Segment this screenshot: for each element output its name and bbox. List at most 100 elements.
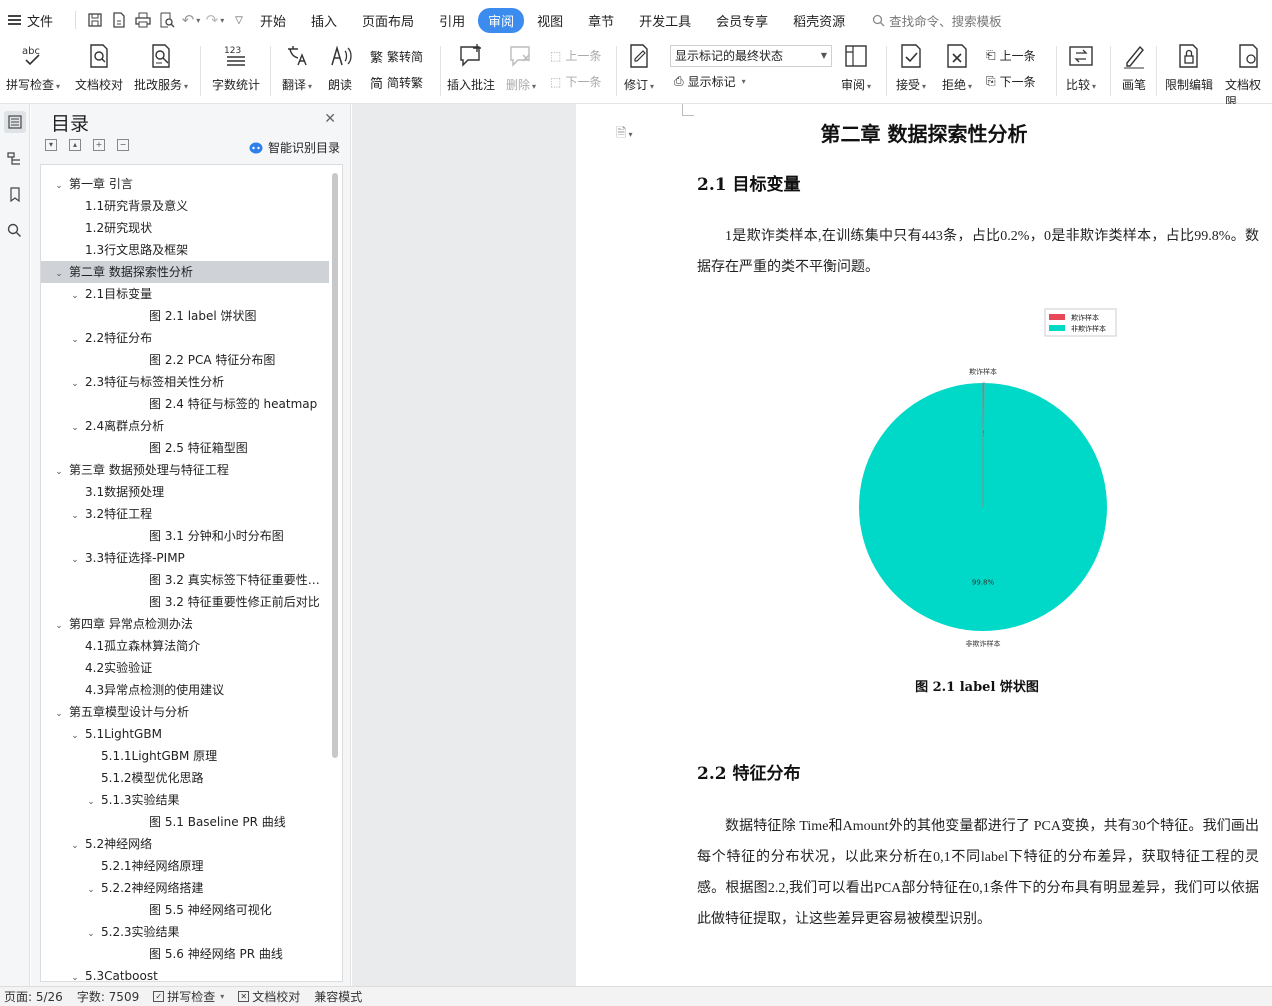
toc-item[interactable]: ⌄ 第二章 数据探索性分析 [41, 261, 329, 283]
chevron-down-icon[interactable]: ⌄ [53, 175, 65, 195]
collapse-all-icon[interactable]: ▾ [45, 139, 57, 151]
chevron-down-icon[interactable]: ⌄ [85, 879, 97, 899]
file-menu[interactable]: 文件 [0, 0, 61, 40]
toc-item[interactable]: ⌄ 2.1目标变量 [41, 283, 329, 305]
tab-3[interactable]: 引用 [439, 11, 465, 30]
toc-item[interactable]: 4.2实验验证 [41, 657, 329, 679]
trad-to-simp-button[interactable]: 繁 繁转简 [370, 47, 423, 66]
toc-item[interactable]: ⌄ 5.3Catboost [41, 965, 329, 981]
expand-level-icon[interactable]: ▴ [69, 139, 81, 151]
toc-item[interactable]: 5.1.1LightGBM 原理 [41, 745, 329, 767]
toc-item[interactable]: ⌄ 2.3特征与标签相关性分析 [41, 371, 329, 393]
remove-heading-icon[interactable]: − [117, 139, 129, 151]
toc-item[interactable]: ⌄ 第五章模型设计与分析 [41, 701, 329, 723]
chevron-down-icon[interactable]: ⌄ [69, 329, 81, 349]
toc-scrollbar[interactable] [332, 173, 338, 758]
show-markup-button[interactable]: ⎙ 显示标记 ▾ [674, 73, 746, 90]
word-count-indicator[interactable]: 字数: 7509 [77, 988, 139, 1005]
toc-item[interactable]: ⌄ 5.1LightGBM [41, 723, 329, 745]
chevron-down-icon[interactable]: ⌄ [53, 703, 65, 723]
pen-button[interactable]: 画笔 [1120, 42, 1148, 93]
toc-item[interactable]: ⌄ 5.2.2神经网络搭建 [41, 877, 329, 899]
toc-item[interactable]: 图 2.5 特征箱型图 [41, 437, 329, 459]
close-icon[interactable]: ✕ [324, 111, 336, 127]
chevron-down-icon[interactable]: ⌄ [85, 923, 97, 943]
toc-item[interactable]: 图 3.2 特征重要性修正前后对比 [41, 591, 329, 613]
tab-0[interactable]: 开始 [260, 11, 286, 30]
chapter-nav-icon[interactable] [4, 147, 26, 169]
undo-icon[interactable]: ↶ ▾ [180, 9, 202, 31]
tab-4[interactable]: 审阅 [478, 7, 525, 33]
toc-item[interactable]: ⌄ 第一章 引言 [41, 173, 329, 195]
word-count-button[interactable]: 123 字数统计 [212, 42, 260, 93]
translate-button[interactable]: 翻译 ▾ [282, 42, 312, 93]
bookmark-icon[interactable] [4, 183, 26, 205]
delete-comment-button[interactable]: 删除 ▾ [506, 42, 536, 93]
toc-item[interactable]: ⌄ 第三章 数据预处理与特征工程 [41, 459, 329, 481]
tab-1[interactable]: 插入 [311, 11, 337, 30]
export-pdf-icon[interactable] [108, 9, 130, 31]
chevron-down-icon[interactable]: ⌄ [69, 285, 81, 305]
customize-toolbar-icon[interactable]: ▽ [228, 9, 250, 31]
page-indicator[interactable]: 页面: 5/26 [4, 988, 63, 1005]
toc-item[interactable]: ⌄ 5.2.3实验结果 [41, 921, 329, 943]
review-pane-button[interactable]: 审阅 ▾ [841, 42, 871, 93]
search-icon[interactable] [4, 219, 26, 241]
prev-comment-button[interactable]: ⬚ 上一条 [550, 47, 601, 64]
toc-item[interactable]: 图 5.5 神经网络可视化 [41, 899, 329, 921]
spell-check-button[interactable]: abc 拼写检查 ▾ [6, 42, 60, 93]
next-comment-button[interactable]: ⬚ 下一条 [550, 73, 601, 90]
toc-item[interactable]: ⌄ 2.4离群点分析 [41, 415, 329, 437]
doc-permission-button[interactable]: 文档权限 [1225, 42, 1272, 110]
insert-comment-button[interactable]: 插入批注 [447, 42, 495, 93]
markup-mode-dropdown[interactable]: 显示标记的最终状态 ▼ [670, 45, 832, 67]
toc-item[interactable]: ⌄ 3.2特征工程 [41, 503, 329, 525]
toc-item[interactable]: 4.1孤立森林算法简介 [41, 635, 329, 657]
toc-item[interactable]: 1.3行文思路及框架 [41, 239, 329, 261]
chevron-down-icon[interactable]: ⌄ [69, 417, 81, 437]
toc-item[interactable]: 图 3.2 真实标签下特征重要性分布 [41, 569, 329, 591]
chevron-down-icon[interactable]: ⌄ [85, 791, 97, 811]
accept-button[interactable]: 接受 ▾ [896, 42, 926, 93]
toc-item[interactable]: 图 2.4 特征与标签的 heatmap [41, 393, 329, 415]
toc-item[interactable]: 1.1研究背景及意义 [41, 195, 329, 217]
toc-item[interactable]: 图 5.6 神经网络 PR 曲线 [41, 943, 329, 965]
toc-item[interactable]: 5.2.1神经网络原理 [41, 855, 329, 877]
chevron-down-icon[interactable]: ⌄ [69, 835, 81, 855]
toc-item[interactable]: ⌄ 3.3特征选择-PIMP [41, 547, 329, 569]
toc-item[interactable]: 图 2.1 label 饼状图 [41, 305, 329, 327]
simp-to-trad-button[interactable]: 简 简转繁 [370, 73, 423, 92]
print-preview-icon[interactable] [156, 9, 178, 31]
compare-button[interactable]: 比较 ▾ [1066, 42, 1096, 93]
chevron-down-icon[interactable]: ⌄ [69, 967, 81, 981]
toc-item[interactable]: 1.2研究现状 [41, 217, 329, 239]
smart-toc-button[interactable]: 智能识别目录 [249, 139, 340, 156]
toc-item[interactable]: ⌄ 2.2特征分布 [41, 327, 329, 349]
toc-view-icon[interactable] [3, 111, 26, 133]
restrict-edit-button[interactable]: 限制编辑 [1165, 42, 1213, 93]
command-search[interactable]: 查找命令、搜索模板 [872, 11, 1002, 30]
chevron-down-icon[interactable]: ⌄ [53, 461, 65, 481]
redo-icon[interactable]: ↷ ▾ [204, 9, 226, 31]
toc-item[interactable]: 图 2.2 PCA 特征分布图 [41, 349, 329, 371]
save-icon[interactable] [84, 9, 106, 31]
prev-change-button[interactable]: ⎗ 上一条 [986, 47, 1036, 64]
tab-9[interactable]: 稻壳资源 [793, 11, 845, 30]
chevron-down-icon[interactable]: ⌄ [69, 373, 81, 393]
track-changes-button[interactable]: 修订 ▾ [624, 42, 654, 93]
tab-8[interactable]: 会员专享 [716, 11, 768, 30]
chevron-down-icon[interactable]: ⌄ [69, 725, 81, 745]
tab-2[interactable]: 页面布局 [362, 11, 414, 30]
status-doc-proofread[interactable]: ✕ 文档校对 [238, 988, 300, 1005]
chevron-down-icon[interactable]: ⌄ [53, 263, 65, 283]
toc-item[interactable]: ⌄ 5.2神经网络 [41, 833, 329, 855]
tab-6[interactable]: 章节 [588, 11, 614, 30]
next-change-button[interactable]: ⎘ 下一条 [986, 73, 1036, 90]
read-aloud-button[interactable]: 朗读 [326, 42, 354, 93]
status-spell-check[interactable]: ✓ 拼写检查 ▾ [153, 988, 224, 1005]
toc-item[interactable]: 4.3异常点检测的使用建议 [41, 679, 329, 701]
doc-proofread-button[interactable]: 文档校对 [75, 42, 123, 93]
chevron-down-icon[interactable]: ⌄ [69, 505, 81, 525]
chevron-down-icon[interactable]: ⌄ [53, 615, 65, 635]
add-heading-icon[interactable]: + [93, 139, 105, 151]
